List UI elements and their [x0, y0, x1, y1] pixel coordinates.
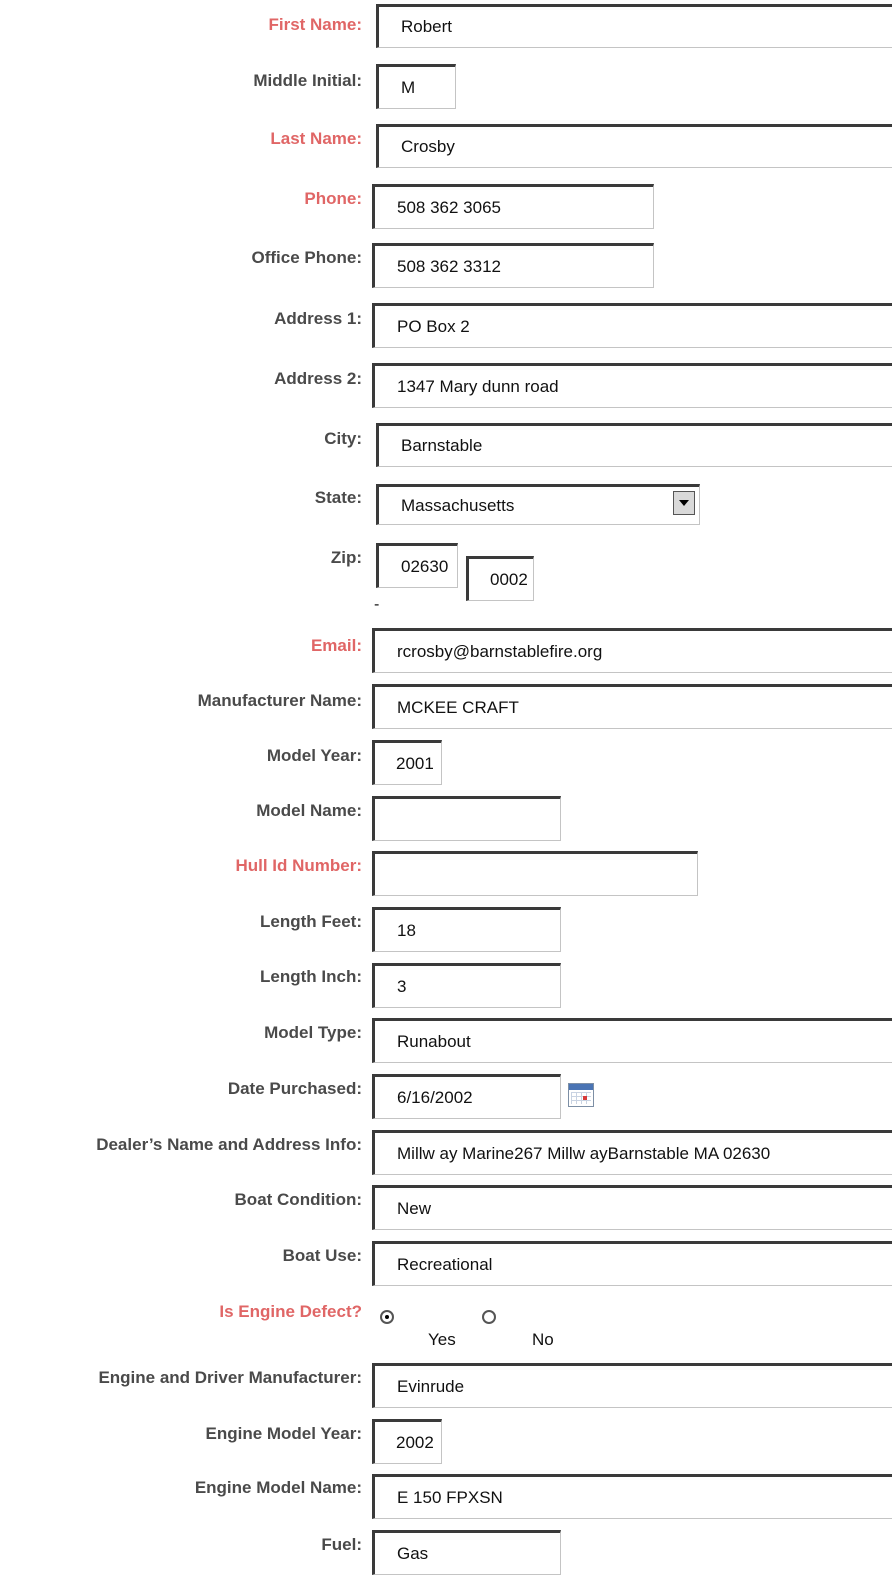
date-purchased-label: Date Purchased:	[227, 1079, 362, 1098]
state-select[interactable]: Massachusetts	[376, 484, 700, 525]
email-label: Email:	[310, 636, 362, 655]
engine-model-year-input[interactable]: 2002	[372, 1419, 442, 1464]
phone-label: Phone:	[304, 189, 362, 208]
address2-label: Address 2:	[274, 369, 362, 388]
state-select-value: Massachusetts	[401, 495, 515, 515]
zip-label: Zip:	[330, 548, 362, 567]
engine-manufacturer-label: Engine and Driver Manufacturer:	[98, 1368, 362, 1387]
model-type-label: Model Type:	[264, 1023, 362, 1042]
middle-initial-label: Middle Initial:	[253, 71, 362, 90]
first-name-label: First Name:	[268, 15, 362, 34]
first-name-input[interactable]: Robert	[376, 4, 892, 48]
office-phone-label: Office Phone:	[251, 248, 362, 267]
fuel-label: Fuel:	[321, 1535, 362, 1554]
address2-input[interactable]: 1347 Mary dunn road	[372, 363, 892, 408]
last-name-label: Last Name:	[270, 129, 362, 148]
city-input[interactable]: Barnstable	[376, 423, 892, 467]
hull-id-input[interactable]	[372, 851, 698, 896]
address1-input[interactable]: PO Box 2	[372, 303, 892, 348]
length-inch-input[interactable]: 3	[372, 963, 561, 1008]
office-phone-input[interactable]: 508 362 3312	[372, 243, 654, 288]
engine-defect-label: Is Engine Defect?	[219, 1302, 362, 1321]
phone-input[interactable]: 508 362 3065	[372, 184, 654, 229]
dealer-info-label: Dealer’s Name and Address Info:	[96, 1135, 362, 1154]
chevron-down-icon[interactable]	[673, 491, 695, 515]
engine-defect-no-label: No	[532, 1330, 554, 1349]
engine-model-name-input[interactable]: E 150 FPXSN	[372, 1474, 892, 1519]
model-type-input[interactable]: Runabout	[372, 1018, 892, 1063]
address1-label: Address 1:	[274, 309, 362, 328]
boat-use-input[interactable]: Recreational	[372, 1241, 892, 1286]
zip-input[interactable]: 02630	[376, 543, 458, 588]
length-inch-label: Length Inch:	[260, 967, 362, 986]
length-feet-label: Length Feet:	[260, 912, 362, 931]
city-label: City:	[324, 429, 362, 448]
engine-model-year-label: Engine Model Year:	[205, 1424, 362, 1443]
engine-defect-yes-label: Yes	[428, 1330, 456, 1349]
middle-initial-input[interactable]: M	[376, 64, 456, 109]
calendar-icon[interactable]	[568, 1083, 594, 1107]
engine-manufacturer-input[interactable]: Evinrude	[372, 1363, 892, 1408]
model-name-label: Model Name:	[256, 801, 362, 820]
model-year-label: Model Year:	[266, 746, 362, 765]
boat-condition-input[interactable]: New	[372, 1185, 892, 1230]
boat-condition-label: Boat Condition:	[234, 1190, 362, 1209]
model-year-input[interactable]: 2001	[372, 740, 442, 785]
length-feet-input[interactable]: 18	[372, 907, 561, 952]
fuel-input[interactable]: Gas	[372, 1530, 561, 1575]
last-name-input[interactable]: Crosby	[376, 124, 892, 168]
email-input[interactable]: rcrosby@barnstablefire.org	[372, 628, 892, 673]
hull-id-label: Hull Id Number:	[235, 856, 362, 875]
dealer-info-input[interactable]: Millw ay Marine267 Millw ayBarnstable MA…	[372, 1130, 892, 1175]
engine-defect-no-radio[interactable]	[482, 1310, 496, 1324]
boat-use-label: Boat Use:	[282, 1246, 362, 1265]
zip-ext-input[interactable]: 0002	[466, 556, 534, 601]
manufacturer-name-label: Manufacturer Name:	[197, 691, 362, 710]
state-label: State:	[314, 488, 362, 507]
zip-separator: -	[374, 596, 380, 613]
manufacturer-name-input[interactable]: MCKEE CRAFT	[372, 684, 892, 729]
engine-model-name-label: Engine Model Name:	[194, 1478, 362, 1497]
engine-defect-yes-radio[interactable]	[380, 1310, 394, 1324]
model-name-input[interactable]	[372, 796, 561, 841]
date-purchased-input[interactable]: 6/16/2002	[372, 1074, 561, 1119]
